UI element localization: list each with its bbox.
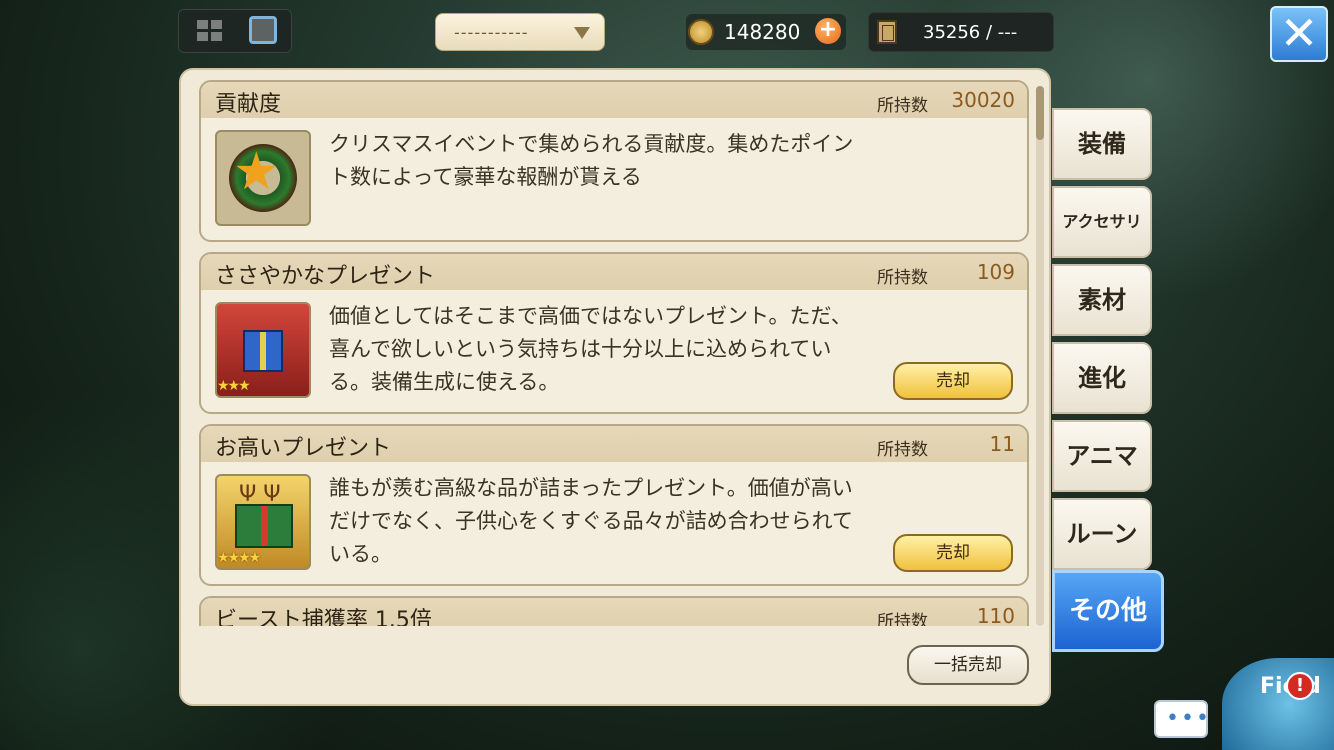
qty-label: 所持数	[877, 612, 928, 626]
list-item[interactable]: 貢献度 所持数 30020 ★ クリスマスイベントで集められる貢献度。集めたポイ…	[199, 80, 1029, 242]
item-qty: 110	[976, 604, 1015, 626]
item-qty: 11	[989, 432, 1015, 456]
single-view-icon[interactable]	[249, 16, 277, 44]
grid-view-icon[interactable]	[197, 20, 223, 42]
qty-label: 所持数	[877, 440, 928, 460]
bulk-sell-button[interactable]: 一括売却	[907, 645, 1029, 685]
tab-other[interactable]: その他	[1052, 570, 1164, 652]
sell-button[interactable]: 売却	[893, 362, 1013, 400]
item-description: 誰もが羨む高級な品が詰まったプレゼント。価値が高いだけでなく、子供心をくすぐる品…	[329, 476, 853, 566]
list-item[interactable]: お高いプレゼント 所持数 11 Ψ Ψ ★★★★ 誰もが羨む高級な品が詰まったプ…	[199, 424, 1029, 586]
tab-evolution[interactable]: 進化	[1052, 342, 1152, 414]
tab-equipment[interactable]: 装備	[1052, 108, 1152, 180]
item-qty: 109	[976, 260, 1015, 284]
rarity-stars: ★★★	[217, 378, 251, 394]
scrollbar[interactable]	[1036, 86, 1044, 626]
qty-label: 所持数	[877, 96, 928, 116]
star-wreath-icon: ★	[215, 130, 311, 226]
alert-icon: !	[1286, 672, 1314, 700]
tab-materials[interactable]: 素材	[1052, 264, 1152, 336]
blue-gift-icon: ★★★	[215, 302, 311, 398]
item-name: 貢献度	[215, 92, 282, 117]
sort-dropdown[interactable]: -----------	[435, 13, 605, 51]
close-button[interactable]: ✕	[1270, 6, 1328, 62]
storage-value: 35256 / ---	[923, 22, 1018, 43]
sell-button[interactable]: 売却	[893, 534, 1013, 572]
item-description: クリスマスイベントで集められる貢献度。集めたポイント数によって豪華な報酬が貰える	[329, 132, 854, 189]
list-item[interactable]: ささやかなプレゼント 所持数 109 ★★★ 価値としてはそこまで高価ではないプ…	[199, 252, 1029, 414]
item-name: ビースト捕獲率 1.5倍	[215, 608, 432, 626]
tab-accessory[interactable]: アクセサリ	[1052, 186, 1152, 258]
item-name: ささやかなプレゼント	[215, 264, 436, 289]
tab-anima[interactable]: アニマ	[1052, 420, 1152, 492]
green-gift-icon: Ψ Ψ ★★★★	[215, 474, 311, 570]
chat-icon: •••	[1166, 706, 1211, 731]
rarity-stars: ★★★★	[217, 550, 261, 566]
dropdown-value: -----------	[454, 23, 529, 42]
item-list[interactable]: 貢献度 所持数 30020 ★ クリスマスイベントで集められる貢献度。集めたポイ…	[199, 80, 1031, 626]
tab-rune[interactable]: ルーン	[1052, 498, 1152, 570]
storage-display: 35256 / ---	[868, 12, 1054, 52]
scrollbar-thumb[interactable]	[1036, 86, 1044, 140]
currency-value: 148280	[724, 20, 801, 44]
storage-icon	[877, 20, 897, 44]
field-button[interactable]: Field	[1222, 658, 1334, 750]
coin-icon	[688, 19, 714, 45]
item-qty: 30020	[951, 88, 1015, 112]
view-toggle[interactable]	[178, 9, 292, 53]
item-name: お高いプレゼント	[215, 436, 392, 461]
currency-display: 148280 +	[686, 14, 846, 50]
chat-button[interactable]: •••	[1154, 700, 1211, 738]
add-currency-button[interactable]: +	[815, 18, 841, 44]
item-description: 価値としてはそこまで高価ではないプレゼント。ただ、喜んで欲しいという気持ちは十分…	[329, 304, 852, 394]
list-item[interactable]: ビースト捕獲率 1.5倍 所持数 110	[199, 596, 1029, 626]
qty-label: 所持数	[877, 268, 928, 288]
chevron-down-icon	[574, 27, 590, 39]
